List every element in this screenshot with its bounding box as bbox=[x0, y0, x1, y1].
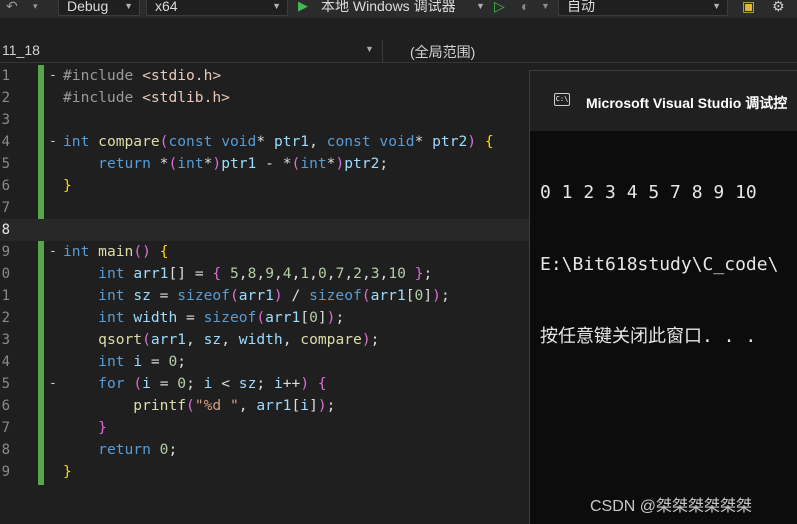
line-number: 2 bbox=[1, 310, 10, 326]
start-debugging-icon[interactable]: ▶ bbox=[298, 0, 308, 16]
line-number: 1 bbox=[1, 68, 10, 84]
debugger-dropdown-icon[interactable]: ▼ bbox=[476, 0, 485, 16]
line-number: 7 bbox=[1, 420, 10, 436]
console-output-line: 0 1 2 3 4 5 7 8 9 10 bbox=[540, 182, 757, 203]
tools-icon[interactable]: ⚙ bbox=[772, 0, 785, 16]
line-number: 0 bbox=[1, 266, 10, 282]
line-number: 6 bbox=[1, 398, 10, 414]
console-tab[interactable]: C:\ Microsoft Visual Studio 调试控 bbox=[530, 71, 797, 131]
undo-dropdown-icon[interactable]: ▾ bbox=[33, 0, 38, 16]
fold-marker[interactable]: - bbox=[49, 131, 57, 153]
configuration-dropdown[interactable]: Debug ▼ bbox=[58, 0, 140, 16]
platform-dropdown[interactable]: x64 ▼ bbox=[146, 0, 288, 16]
divider bbox=[382, 40, 383, 62]
line-number: 9 bbox=[1, 244, 10, 260]
line-number: 4 bbox=[1, 354, 10, 370]
line-number: 5 bbox=[1, 376, 10, 392]
line-number: 4 bbox=[1, 134, 10, 150]
terminal-icon: C:\ bbox=[554, 93, 570, 106]
chevron-down-icon: ▼ bbox=[712, 1, 721, 11]
chevron-down-icon[interactable]: ▼ bbox=[365, 44, 374, 54]
fold-marker[interactable]: - bbox=[49, 241, 57, 263]
start-without-debugging-icon[interactable]: ▷ bbox=[494, 0, 505, 16]
line-number: 6 bbox=[1, 178, 10, 194]
undo-icon[interactable]: ↶ bbox=[6, 0, 18, 16]
line-number: 3 bbox=[1, 332, 10, 348]
watermark: CSDN @桀桀桀桀桀桀 bbox=[590, 498, 753, 515]
attach-dropdown[interactable]: 自动 ▼ bbox=[558, 0, 728, 16]
console-title: Microsoft Visual Studio 调试控 bbox=[586, 95, 788, 111]
line-number: 9 bbox=[1, 464, 10, 480]
line-number: 2 bbox=[1, 90, 10, 106]
toolbar: ↶ ▾ Debug ▼ x64 ▼ ▶ 本地 Windows 调试器 ▼ ▷ ◐… bbox=[0, 0, 797, 18]
start-debugging-button[interactable]: 本地 Windows 调试器 bbox=[321, 0, 456, 16]
navigation-bar: 11_18 ▼ (全局范围) bbox=[0, 40, 797, 63]
folder-search-icon[interactable]: ▣ bbox=[742, 0, 755, 16]
fold-marker[interactable]: - bbox=[49, 65, 57, 87]
console-output-line: E:\Bit618study\C_code\ bbox=[540, 254, 779, 275]
line-number: 1 bbox=[1, 288, 10, 304]
console-output: 0 1 2 3 4 5 7 8 9 10 E:\Bit618study\C_co… bbox=[540, 133, 778, 397]
chevron-down-icon: ▼ bbox=[272, 1, 281, 11]
line-number: 3 bbox=[1, 112, 10, 128]
debug-console-window[interactable]: C:\ Microsoft Visual Studio 调试控 0 1 2 3 … bbox=[529, 70, 797, 524]
configuration-value: Debug bbox=[67, 0, 109, 14]
line-number: 5 bbox=[1, 156, 10, 172]
line-number: 8 bbox=[1, 442, 10, 458]
attach-value: 自动 bbox=[567, 0, 595, 14]
hot-reload-icon[interactable]: ◐ bbox=[521, 0, 529, 16]
chevron-down-icon: ▼ bbox=[124, 1, 133, 11]
hot-reload-dropdown-icon[interactable]: ▼ bbox=[541, 0, 550, 16]
line-number: 7 bbox=[1, 200, 10, 216]
scope-selector[interactable]: (全局范围) bbox=[410, 42, 475, 62]
fold-marker[interactable]: - bbox=[49, 373, 57, 395]
platform-value: x64 bbox=[155, 0, 178, 14]
project-selector[interactable]: 11_18 bbox=[2, 42, 40, 58]
console-output-line: 按任意键关闭此窗口. . . bbox=[540, 326, 757, 347]
line-number: 8 bbox=[1, 222, 10, 238]
